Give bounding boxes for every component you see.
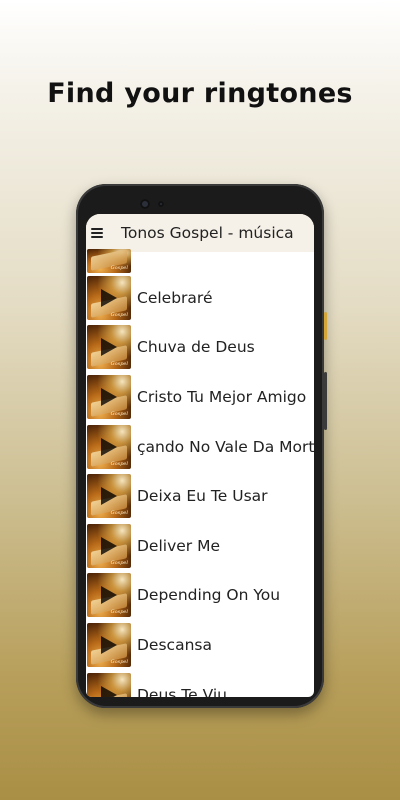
play-icon[interactable]	[101, 586, 117, 605]
gospel-thumbnail: Gospel	[87, 622, 131, 667]
song-title: Deliver Me	[137, 536, 221, 555]
thumbnail-tag: Gospel	[110, 361, 128, 368]
gospel-thumbnail: Gospel	[87, 573, 131, 618]
song-title: Deus Te Viu	[137, 685, 227, 697]
list-item[interactable]: Gospel çando No Vale Da Morte	[86, 422, 314, 472]
play-icon[interactable]	[101, 338, 117, 357]
thumbnail-tag: Gospel	[110, 460, 128, 467]
power-button	[324, 312, 327, 340]
front-camera-icon	[140, 199, 150, 209]
phone-screen: Tonos Gospel - música Gospel Gospel Cele…	[86, 214, 314, 697]
song-title: Celebraré	[137, 288, 213, 307]
sensor-icon	[158, 201, 164, 207]
play-icon[interactable]	[101, 635, 117, 654]
song-title: Chuva de Deus	[137, 338, 255, 357]
list-item[interactable]: Gospel Deus Te Viu	[86, 670, 314, 697]
thumbnail-tag: Gospel	[110, 510, 128, 517]
gospel-thumbnail: Gospel	[87, 424, 131, 469]
play-icon[interactable]	[101, 536, 117, 555]
thumbnail-tag: Gospel	[110, 311, 128, 318]
thumbnail-tag: Gospel	[110, 658, 128, 665]
gospel-thumbnail: Gospel	[87, 249, 131, 273]
play-icon[interactable]	[101, 487, 117, 506]
thumbnail-tag: Gospel	[110, 609, 128, 616]
volume-button	[324, 372, 327, 430]
gospel-thumbnail: Gospel	[87, 523, 131, 568]
app-title: Tonos Gospel - música	[121, 224, 294, 242]
ringtone-list[interactable]: Gospel Gospel Celebraré Gospel Chuva de …	[86, 247, 314, 697]
gospel-thumbnail: Gospel	[87, 672, 131, 697]
gospel-thumbnail: Gospel	[87, 474, 131, 519]
play-icon[interactable]	[101, 437, 117, 456]
song-title: Descansa	[137, 635, 212, 654]
thumbnail-tag: Gospel	[110, 410, 128, 417]
thumbnail-tag: Gospel	[110, 559, 128, 566]
list-item[interactable]: Gospel Celebraré	[86, 273, 314, 323]
song-title: Cristo Tu Mejor Amigo	[137, 387, 307, 406]
play-icon[interactable]	[101, 685, 117, 697]
gospel-thumbnail: Gospel	[87, 374, 131, 419]
list-item[interactable]: Gospel Cristo Tu Mejor Amigo	[86, 372, 314, 422]
list-item[interactable]: Gospel Chuva de Deus	[86, 323, 314, 373]
play-icon[interactable]	[101, 288, 117, 307]
song-title: Deixa Eu Te Usar	[137, 487, 268, 506]
list-item[interactable]: Gospel	[86, 247, 314, 273]
song-title: çando No Vale Da Morte	[137, 437, 314, 456]
promo-headline: Find your ringtones	[47, 78, 353, 109]
song-title: Depending On You	[137, 586, 281, 605]
list-item[interactable]: Gospel Descansa	[86, 620, 314, 670]
list-item[interactable]: Gospel Depending On You	[86, 571, 314, 621]
list-item[interactable]: Gospel Deixa Eu Te Usar	[86, 471, 314, 521]
gospel-thumbnail: Gospel	[87, 325, 131, 370]
gospel-thumbnail: Gospel	[87, 275, 131, 320]
thumbnail-tag: Gospel	[110, 265, 128, 271]
hamburger-menu-icon[interactable]	[91, 228, 103, 238]
list-item[interactable]: Gospel Deliver Me	[86, 521, 314, 571]
play-icon[interactable]	[101, 387, 117, 406]
